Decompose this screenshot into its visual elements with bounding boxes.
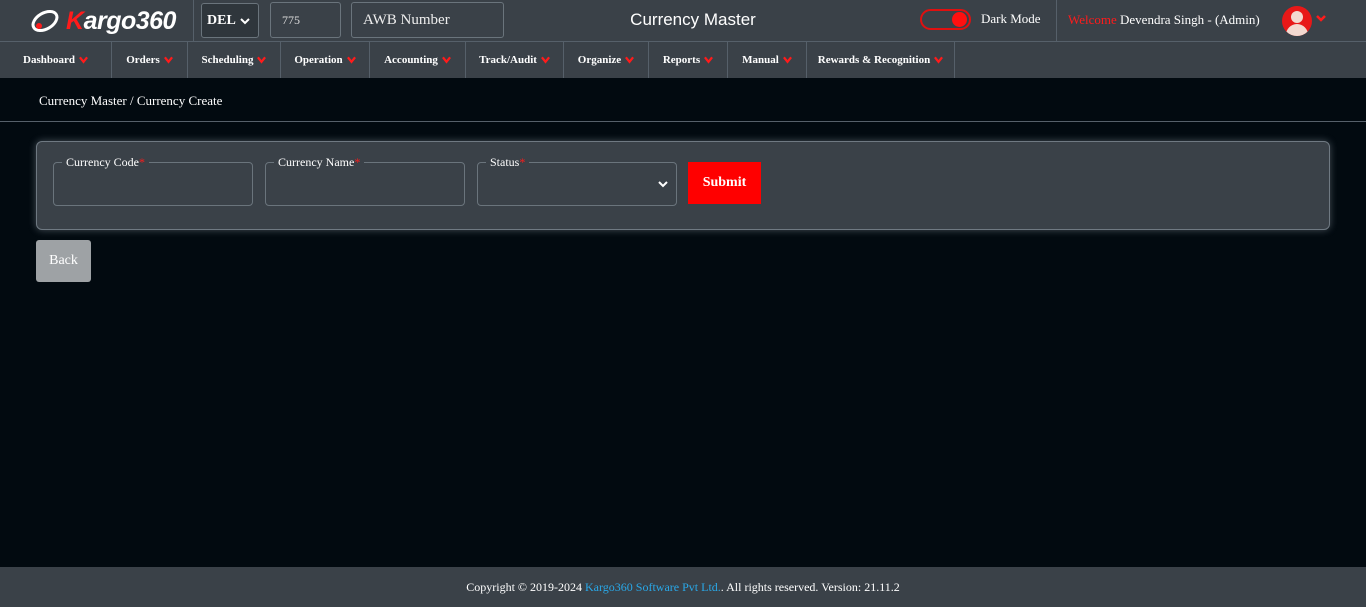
nav-label: Reports <box>662 54 701 66</box>
nav-item-dashboard[interactable]: Dashboard <box>0 42 112 78</box>
breadcrumb: Currency Master / Currency Create <box>39 93 223 108</box>
nav-label: Accounting <box>384 54 438 66</box>
nav-item-track-audit[interactable]: Track/Audit <box>466 42 564 78</box>
chevron-down-icon <box>782 56 792 64</box>
welcome-label: Welcome <box>1068 12 1117 27</box>
awb-number-input[interactable]: AWB Number <box>351 2 504 38</box>
label-text: Currency Code <box>66 155 139 169</box>
nav-item-organize[interactable]: Organize <box>564 42 649 78</box>
nav-label: Track/Audit <box>479 54 537 66</box>
chevron-down-icon <box>346 56 356 64</box>
welcome-text: Welcome Devendra Singh - (Admin) <box>1068 12 1260 28</box>
avatar-body <box>1286 24 1308 36</box>
chevron-down-icon <box>934 56 944 64</box>
nav-item-operation[interactable]: Operation <box>281 42 370 78</box>
user-avatar[interactable] <box>1282 6 1312 36</box>
nav-item-rewards-recognition[interactable]: Rewards & Recognition <box>807 42 955 78</box>
toggle-knob <box>952 12 967 27</box>
app-logo[interactable]: Kargo360 <box>30 5 185 37</box>
currency-form-card: Currency Code* Currency Name* Status* Su… <box>36 141 1330 230</box>
nav-item-scheduling[interactable]: Scheduling <box>188 42 281 78</box>
top-header: Kargo360 DEL 775 AWB Number Currency Mas… <box>0 0 1366 42</box>
required-mark: * <box>354 155 361 169</box>
currency-name-label: Currency Name* <box>274 155 365 170</box>
header-divider <box>193 0 194 42</box>
chevron-down-icon <box>704 56 714 64</box>
user-name: Devendra Singh - (Admin) <box>1120 12 1260 27</box>
back-button[interactable]: Back <box>36 240 91 282</box>
nav-label: Organize <box>577 54 622 66</box>
required-mark: * <box>138 155 145 169</box>
page-title: Currency Master <box>630 10 756 29</box>
chevron-down-icon <box>658 181 668 188</box>
currency-name-field[interactable]: Currency Name* <box>265 155 465 206</box>
label-text: Currency Name <box>278 155 355 169</box>
chevron-down-icon[interactable] <box>1316 13 1326 23</box>
submit-button[interactable]: Submit <box>688 162 761 204</box>
divider <box>0 121 1366 122</box>
header-divider <box>1056 0 1057 42</box>
label-text: Status <box>490 155 520 169</box>
logo-letter: K <box>66 6 84 35</box>
chevron-down-icon <box>257 56 267 64</box>
dark-mode-toggle[interactable] <box>920 9 971 30</box>
station-value: DEL <box>207 12 236 28</box>
nav-item-orders[interactable]: Orders <box>112 42 188 78</box>
logo-swoosh-icon <box>31 10 59 32</box>
chevron-down-icon <box>79 56 88 64</box>
nav-label: Manual <box>742 54 779 66</box>
nav-item-accounting[interactable]: Accounting <box>370 42 466 78</box>
nav-label: Dashboard <box>23 54 75 66</box>
chevron-down-icon <box>163 56 173 64</box>
nav-label: Scheduling <box>201 54 254 66</box>
company-link[interactable]: Kargo360 Software Pvt Ltd. <box>585 580 721 594</box>
currency-code-label: Currency Code* <box>62 155 149 170</box>
currency-code-field[interactable]: Currency Code* <box>53 155 253 206</box>
nav-label: Rewards & Recognition <box>817 54 931 66</box>
dark-mode-label: Dark Mode <box>981 11 1041 26</box>
status-select[interactable]: Status* <box>477 155 677 206</box>
chevron-down-icon <box>441 56 451 64</box>
footer: Copyright © 2019-2024 Kargo360 Software … <box>0 567 1366 607</box>
copyright-suffix: . All rights reserved. Version: 21.11.2 <box>720 580 900 594</box>
nav-item-reports[interactable]: Reports <box>649 42 728 78</box>
awb-prefix-input[interactable]: 775 <box>270 2 341 38</box>
status-label: Status* <box>486 155 530 170</box>
station-select[interactable]: DEL <box>201 3 259 38</box>
main-nav: Dashboard Orders Scheduling Operation Ac… <box>0 42 1366 78</box>
chevron-down-icon <box>540 56 550 64</box>
chevron-down-icon <box>625 56 635 64</box>
chevron-down-icon <box>240 17 250 24</box>
avatar-head <box>1291 11 1303 23</box>
logo-text: Kargo360 <box>66 6 176 35</box>
copyright-prefix: Copyright © 2019-2024 <box>466 580 586 594</box>
required-mark: * <box>519 155 526 169</box>
nav-label: Orders <box>126 54 160 66</box>
nav-item-manual[interactable]: Manual <box>728 42 807 78</box>
nav-label: Operation <box>294 54 343 66</box>
